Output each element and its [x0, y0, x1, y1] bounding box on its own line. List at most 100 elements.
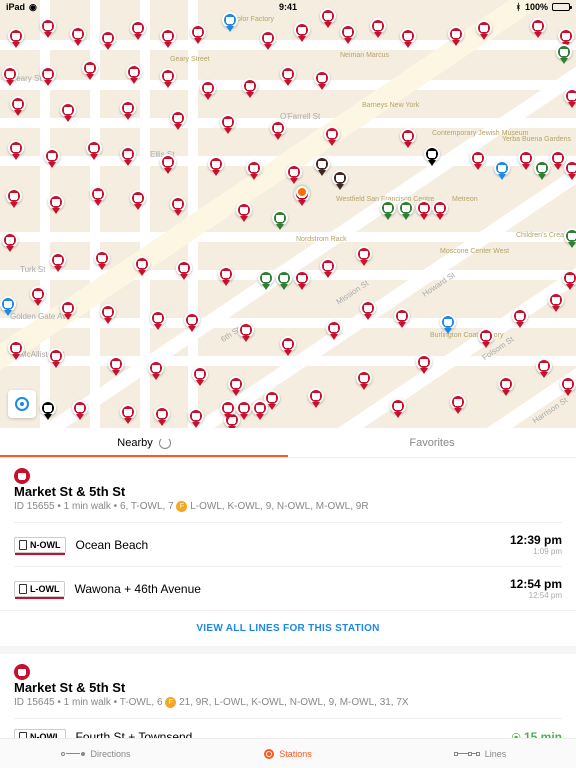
station-pin[interactable] — [130, 20, 146, 36]
station-pin[interactable] — [280, 336, 296, 352]
station-pin[interactable] — [8, 140, 24, 156]
station-pin[interactable] — [560, 376, 576, 392]
station-pin[interactable] — [44, 148, 60, 164]
station-pin[interactable] — [394, 308, 410, 324]
station-list[interactable]: Market St & 5th St ID 15655 • 1 min walk… — [0, 458, 576, 738]
station-pin[interactable] — [130, 190, 146, 206]
station-pin[interactable] — [494, 160, 510, 176]
station-pin[interactable] — [320, 258, 336, 274]
station-pin[interactable] — [0, 296, 16, 312]
station-pin[interactable] — [416, 354, 432, 370]
station-pin[interactable] — [220, 400, 236, 416]
station-pin[interactable] — [222, 12, 238, 28]
station-pin[interactable] — [86, 140, 102, 156]
station-pin[interactable] — [220, 114, 236, 130]
station-pin[interactable] — [10, 96, 26, 112]
station-pin[interactable] — [228, 376, 244, 392]
station-pin[interactable] — [432, 200, 448, 216]
station-pin[interactable] — [450, 394, 466, 410]
station-pin[interactable] — [8, 340, 24, 356]
station-pin[interactable] — [398, 200, 414, 216]
station-pin[interactable] — [6, 188, 22, 204]
station-pin[interactable] — [160, 68, 176, 84]
station-pin[interactable] — [558, 28, 574, 44]
station-pin[interactable] — [40, 400, 56, 416]
station-pin[interactable] — [90, 186, 106, 202]
station-pin[interactable] — [126, 64, 142, 80]
station-pin[interactable] — [2, 66, 18, 82]
station-pin[interactable] — [440, 314, 456, 330]
station-pin[interactable] — [148, 360, 164, 376]
tab-favorites[interactable]: Favorites — [288, 428, 576, 457]
station-pin[interactable] — [370, 18, 386, 34]
station-pin[interactable] — [326, 320, 342, 336]
station-pin[interactable] — [356, 370, 372, 386]
station-pin[interactable] — [308, 388, 324, 404]
station-pin[interactable] — [236, 400, 252, 416]
station-pin[interactable] — [176, 260, 192, 276]
station-pin[interactable] — [2, 232, 18, 248]
station-pin[interactable] — [50, 252, 66, 268]
station-pin[interactable] — [208, 156, 224, 172]
station-pin[interactable] — [272, 210, 288, 226]
tab-nearby[interactable]: Nearby — [0, 428, 288, 457]
station-pin[interactable] — [160, 154, 176, 170]
station-pin[interactable] — [170, 196, 186, 212]
station-pin[interactable] — [424, 146, 440, 162]
station-pin[interactable] — [280, 66, 296, 82]
station-pin[interactable] — [518, 150, 534, 166]
station-pin[interactable] — [416, 200, 432, 216]
station-pin[interactable] — [360, 300, 376, 316]
station-pin[interactable] — [40, 18, 56, 34]
nav-stations[interactable]: Stations — [192, 739, 384, 768]
station-pin[interactable] — [380, 200, 396, 216]
station-pin[interactable] — [530, 18, 546, 34]
locate-me-button[interactable] — [8, 390, 36, 418]
station-pin[interactable] — [562, 270, 576, 286]
nav-directions[interactable]: Directions — [0, 739, 192, 768]
station-pin[interactable] — [314, 156, 330, 172]
station-pin[interactable] — [564, 228, 576, 244]
station-pin[interactable] — [48, 348, 64, 364]
station-pin[interactable] — [534, 160, 550, 176]
station-pin[interactable] — [478, 328, 494, 344]
station-pin[interactable] — [100, 304, 116, 320]
station-pin[interactable] — [548, 292, 564, 308]
station-pin[interactable] — [276, 270, 292, 286]
station-pin[interactable] — [476, 20, 492, 36]
station-pin[interactable] — [294, 270, 310, 286]
station-pin[interactable] — [400, 128, 416, 144]
station-pin[interactable] — [536, 358, 552, 374]
station-pin[interactable] — [108, 356, 124, 372]
station-pin[interactable] — [218, 266, 234, 282]
station-pin[interactable] — [448, 26, 464, 42]
station-pin[interactable] — [324, 126, 340, 142]
station-card[interactable]: Market St & 5th St ID 15655 • 1 min walk… — [0, 458, 576, 610]
station-pin[interactable] — [470, 150, 486, 166]
station-pin[interactable] — [190, 24, 206, 40]
view-all-lines-button[interactable]: VIEW ALL LINES FOR THIS STATION — [0, 610, 576, 654]
station-pin[interactable] — [314, 70, 330, 86]
station-pin[interactable] — [8, 28, 24, 44]
nav-lines[interactable]: Lines — [384, 739, 576, 768]
line-row[interactable]: L-OWL Wawona + 46th Avenue 12:54 pm 12:5… — [14, 566, 562, 610]
station-pin[interactable] — [238, 322, 254, 338]
station-pin[interactable] — [564, 88, 576, 104]
station-pin[interactable] — [120, 100, 136, 116]
station-pin[interactable] — [564, 160, 576, 176]
station-pin[interactable] — [242, 78, 258, 94]
station-pin[interactable] — [332, 170, 348, 186]
station-pin[interactable] — [356, 246, 372, 262]
station-pin[interactable] — [72, 400, 88, 416]
station-pin[interactable] — [294, 22, 310, 38]
station-pin[interactable] — [150, 310, 166, 326]
station-pin[interactable] — [60, 102, 76, 118]
station-pin[interactable] — [286, 164, 302, 180]
station-pin[interactable] — [252, 400, 268, 416]
station-pin[interactable] — [236, 202, 252, 218]
station-pin[interactable] — [260, 30, 276, 46]
station-pin[interactable] — [270, 120, 286, 136]
station-pin[interactable] — [134, 256, 150, 272]
station-pin[interactable] — [160, 28, 176, 44]
station-pin[interactable] — [188, 408, 204, 424]
